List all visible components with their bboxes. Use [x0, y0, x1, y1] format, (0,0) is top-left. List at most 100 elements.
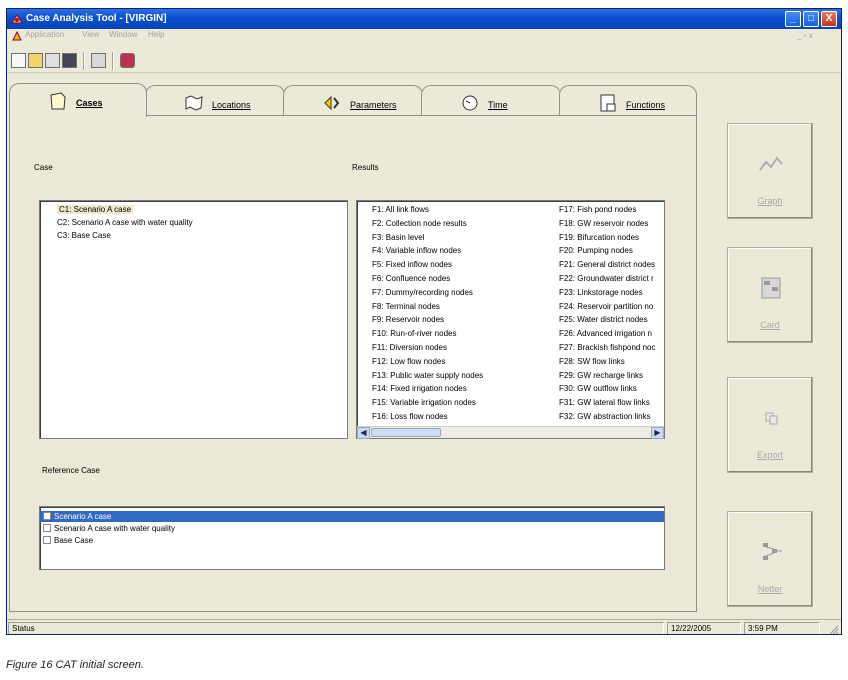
result-item[interactable]: F17: Fish pond nodes: [559, 205, 663, 214]
result-item[interactable]: F3: Basin level: [372, 233, 552, 242]
tab-locations[interactable]: Locations: [145, 85, 285, 117]
result-item[interactable]: F31: GW lateral flow links: [559, 398, 663, 407]
case-list[interactable]: C1: Scenario A case C2: Scenario A case …: [39, 200, 348, 439]
results-list[interactable]: F1: All link flows F2: Collection node re…: [356, 200, 665, 439]
book-icon[interactable]: [120, 53, 135, 68]
export-button[interactable]: Export: [727, 377, 813, 473]
result-item[interactable]: F13: Public water supply nodes: [372, 371, 552, 380]
side-button-label: Export: [756, 450, 783, 460]
tab-label: Functions: [626, 100, 666, 110]
result-item[interactable]: F4: Variable inflow nodes: [372, 246, 552, 255]
mdi-app-icon: [12, 31, 22, 41]
results-scrollbar[interactable]: ◀ ▶: [357, 426, 664, 439]
tab-label: Cases: [76, 98, 103, 108]
menu-help[interactable]: Help: [148, 30, 164, 39]
tab-label: Time: [488, 100, 508, 110]
tab-time[interactable]: Time: [421, 85, 561, 117]
folder-icon: [50, 92, 66, 110]
result-item[interactable]: F15: Variable irrigation nodes: [372, 398, 552, 407]
side-button-label: Graph: [757, 196, 783, 206]
result-item[interactable]: F23: Linkstorage nodes: [559, 288, 663, 297]
result-item[interactable]: F8: Terminal nodes: [372, 302, 552, 311]
mdi-controls[interactable]: _ ▫ x: [797, 31, 813, 40]
reference-item-label: Scenario A case: [54, 512, 112, 521]
figure-caption: Figure 16 CAT initial screen.: [6, 659, 144, 671]
export-icon: [765, 412, 778, 425]
toolbar: [7, 43, 841, 73]
scroll-thumb[interactable]: [371, 428, 441, 437]
app-window: Case Analysis Tool - [VIRGIN] _ □ X Appl…: [6, 8, 842, 635]
reference-item[interactable]: Scenario A case: [40, 511, 664, 522]
graph-icon: [759, 156, 783, 171]
maximize-button[interactable]: □: [803, 11, 819, 27]
import-icon[interactable]: [45, 53, 60, 68]
result-item[interactable]: F19: Bifurcation nodes: [559, 233, 663, 242]
reference-case-label: Reference Case: [42, 466, 100, 475]
title-bar[interactable]: Case Analysis Tool - [VIRGIN] _ □ X: [7, 9, 841, 29]
open-icon[interactable]: [28, 53, 43, 68]
save-icon[interactable]: [62, 53, 77, 68]
case-item[interactable]: C3: Base Case: [57, 231, 111, 240]
cases-panel: Case C1: Scenario A case C2: Scenario A …: [9, 115, 697, 612]
case-item[interactable]: C2: Scenario A case with water quality: [57, 218, 193, 227]
reference-item[interactable]: Scenario A case with water quality: [40, 523, 664, 534]
scroll-left-button[interactable]: ◀: [357, 427, 370, 439]
case-label: Case: [34, 163, 53, 172]
netter-button[interactable]: Netter: [727, 511, 813, 607]
checkbox[interactable]: [43, 536, 51, 544]
tab-cases[interactable]: Cases: [9, 83, 147, 117]
menu-application[interactable]: Application: [25, 30, 64, 39]
functions-icon: [600, 94, 616, 112]
result-item[interactable]: F27: Brackish fishpond noc: [559, 343, 663, 352]
new-icon[interactable]: [11, 53, 26, 68]
result-item[interactable]: F6: Confluence nodes: [372, 274, 552, 283]
app-icon: [11, 14, 23, 24]
result-item[interactable]: F21: General district nodes: [559, 260, 663, 269]
result-item[interactable]: F22: Groundwater district r: [559, 274, 663, 283]
tab-functions[interactable]: Functions: [559, 85, 697, 117]
result-item[interactable]: F24: Reservoir partition no: [559, 302, 663, 311]
status-date: 12/22/2005: [667, 622, 741, 634]
results-label: Results: [352, 163, 379, 172]
scroll-right-button[interactable]: ▶: [651, 427, 664, 439]
result-item[interactable]: F25: Water district nodes: [559, 315, 663, 324]
result-item[interactable]: F11: Diversion nodes: [372, 343, 552, 352]
reference-item[interactable]: Base Case: [40, 535, 664, 546]
status-text: Status: [8, 622, 664, 634]
card-button[interactable]: Card: [727, 247, 813, 343]
result-item[interactable]: F26: Advanced irrigation n: [559, 329, 663, 338]
menu-window[interactable]: Window: [109, 30, 137, 39]
result-item[interactable]: F1: All link flows: [372, 205, 552, 214]
close-button[interactable]: X: [821, 11, 837, 27]
status-time: 3:59 PM: [744, 622, 820, 634]
result-item[interactable]: F14: Fixed irrigation nodes: [372, 384, 552, 393]
result-item[interactable]: F5: Fixed inflow nodes: [372, 260, 552, 269]
result-item[interactable]: F32: GW abstraction links: [559, 412, 663, 421]
parameters-icon: [324, 95, 340, 111]
reference-item-label: Scenario A case with water quality: [54, 524, 175, 533]
result-item[interactable]: F2: Collection node results: [372, 219, 552, 228]
menu-view[interactable]: View: [82, 30, 99, 39]
result-item[interactable]: F12: Low flow nodes: [372, 357, 552, 366]
result-item[interactable]: F29: GW recharge links: [559, 371, 663, 380]
result-item[interactable]: F18: GW reservoir nodes: [559, 219, 663, 228]
result-item[interactable]: F9: Reservoir nodes: [372, 315, 552, 324]
tab-parameters[interactable]: Parameters: [283, 85, 423, 117]
result-item[interactable]: F20: Pumping nodes: [559, 246, 663, 255]
tab-label: Locations: [212, 100, 251, 110]
properties-icon[interactable]: [91, 53, 106, 68]
result-item[interactable]: F28: SW flow links: [559, 357, 663, 366]
checkbox[interactable]: [43, 512, 51, 520]
resize-grip-icon[interactable]: [829, 625, 839, 635]
result-item[interactable]: F7: Dummy/recording nodes: [372, 288, 552, 297]
result-item[interactable]: F30: GW outflow links: [559, 384, 663, 393]
side-button-label: Card: [760, 320, 780, 330]
result-item[interactable]: F16: Loss flow nodes: [372, 412, 552, 421]
case-item[interactable]: C1: Scenario A case: [57, 205, 134, 214]
reference-case-list[interactable]: Scenario A case Scenario A case with wat…: [39, 506, 665, 570]
checkbox[interactable]: [43, 524, 51, 532]
clock-icon: [462, 95, 478, 111]
minimize-button[interactable]: _: [785, 11, 801, 27]
graph-button[interactable]: Graph: [727, 123, 813, 219]
result-item[interactable]: F10: Run-of-river nodes: [372, 329, 552, 338]
